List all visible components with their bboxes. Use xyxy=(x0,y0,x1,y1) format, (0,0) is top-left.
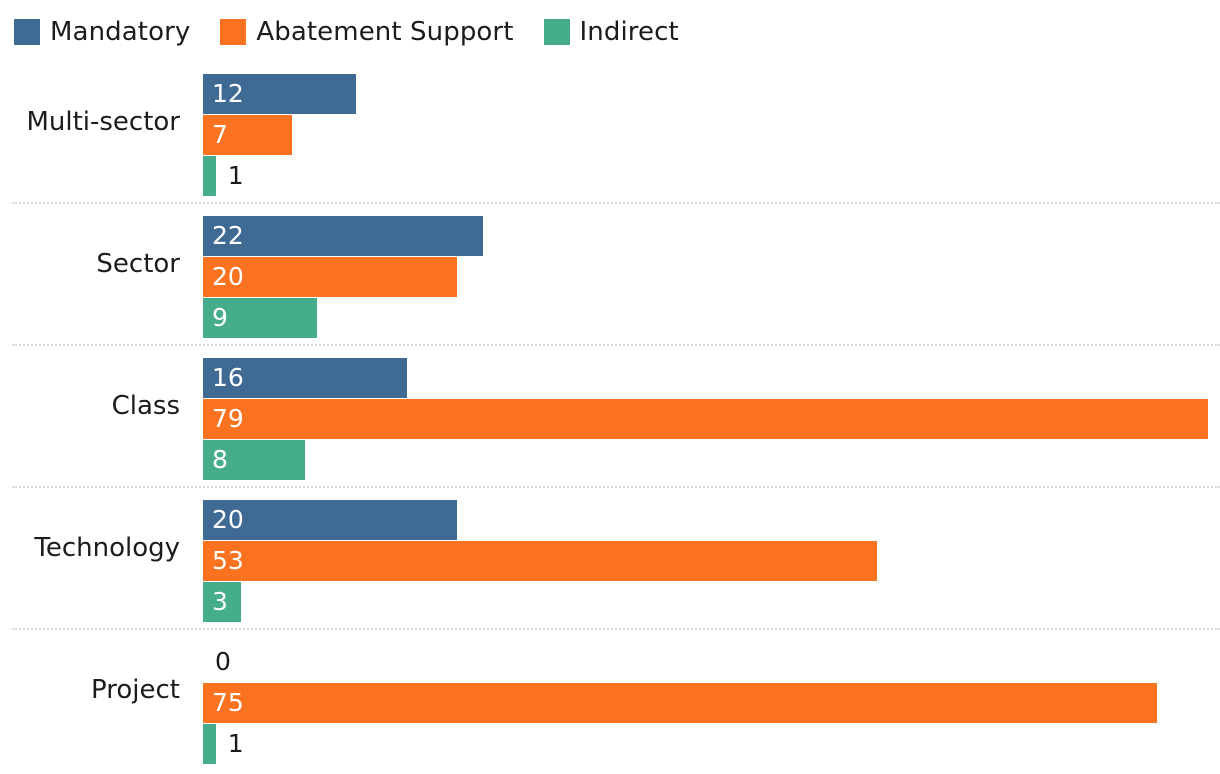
bar-abatement-support[interactable] xyxy=(203,399,1208,439)
bar-value-label: 3 xyxy=(212,587,228,616)
bar-indirect[interactable] xyxy=(203,724,216,764)
legend-item-label: Indirect xyxy=(579,17,679,47)
legend-swatch-icon xyxy=(14,19,40,45)
bar-group-project: Project 0 75 1 xyxy=(0,628,1220,770)
category-label: Sector xyxy=(96,249,180,279)
bar-value-label: 0 xyxy=(215,647,231,676)
legend-item-abatement-support[interactable]: Abatement Support xyxy=(220,18,513,46)
bar-value-label: 20 xyxy=(212,505,244,534)
bar-abatement-support[interactable] xyxy=(203,683,1157,723)
bar-indirect[interactable] xyxy=(203,156,216,196)
category-label: Technology xyxy=(34,533,180,563)
bar-value-label: 75 xyxy=(212,688,244,717)
category-label: Project xyxy=(91,675,180,705)
bar-value-label: 53 xyxy=(212,546,244,575)
group-separator-line xyxy=(12,628,1220,630)
bar-value-label: 16 xyxy=(212,363,244,392)
bar-mandatory[interactable] xyxy=(203,216,483,256)
bar-group-sector: Sector 22 20 9 xyxy=(0,202,1220,344)
chart-plot-area: Multi-sector 12 7 1 Sector 22 20 9 Class 16 79 8 Tec… xyxy=(0,60,1220,774)
bar-value-label: 1 xyxy=(227,729,244,758)
legend-item-label: Abatement Support xyxy=(256,17,514,47)
bar-value-label: 9 xyxy=(212,303,228,332)
bar-abatement-support[interactable] xyxy=(203,541,878,581)
bar-value-label: 7 xyxy=(212,120,228,149)
legend-swatch-icon xyxy=(543,19,570,45)
legend-swatch-icon xyxy=(220,19,247,45)
group-separator-line xyxy=(12,344,1220,346)
bar-group-technology: Technology 20 53 3 xyxy=(0,486,1220,628)
category-label: Multi-sector xyxy=(26,107,180,137)
bar-group-class: Class 16 79 8 xyxy=(0,344,1220,486)
legend-item-label: Mandatory xyxy=(50,17,191,47)
category-label: Class xyxy=(111,391,180,421)
chart-legend: Mandatory Abatement Support Indirect xyxy=(14,14,709,50)
bar-group-multi-sector: Multi-sector 12 7 1 xyxy=(0,60,1220,202)
legend-item-indirect[interactable]: Indirect xyxy=(543,17,679,47)
bar-value-label: 1 xyxy=(227,161,244,190)
bar-value-label: 20 xyxy=(212,262,244,291)
bar-value-label: 79 xyxy=(212,404,244,433)
group-separator-line xyxy=(12,486,1220,488)
bar-value-label: 12 xyxy=(212,79,244,108)
bar-value-label: 8 xyxy=(212,445,228,474)
legend-item-mandatory[interactable]: Mandatory xyxy=(14,18,190,46)
group-separator-line xyxy=(12,202,1220,204)
bar-value-label: 22 xyxy=(212,221,244,250)
